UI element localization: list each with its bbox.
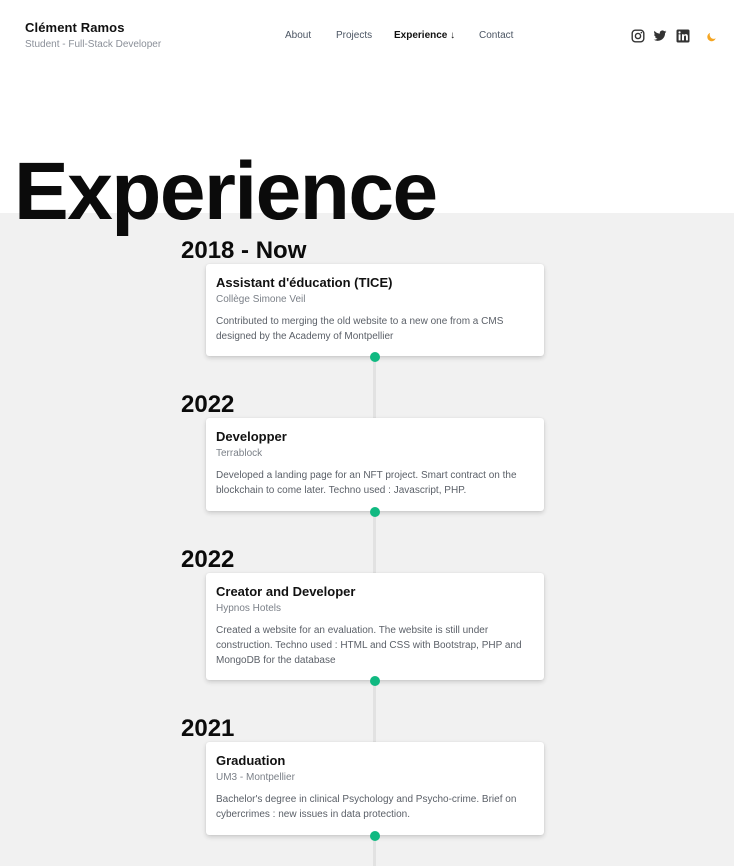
instagram-icon[interactable] <box>631 29 645 43</box>
experience-description: Created a website for an evaluation. The… <box>216 625 522 666</box>
linkedin-icon[interactable] <box>676 29 690 43</box>
page-title: Experience <box>14 146 438 237</box>
experience-title: Developper <box>216 429 287 444</box>
experience-card: Developper Terrablock Developed a landin… <box>206 418 544 511</box>
experience-organization: UM3 - Montpellier <box>216 772 295 783</box>
timeline-year: 2022 <box>181 391 235 418</box>
experience-description: Contributed to merging the old website t… <box>216 316 504 342</box>
moon-icon[interactable] <box>705 29 719 43</box>
experience-title: Graduation <box>216 753 286 768</box>
timeline-dot <box>370 831 380 841</box>
page: Clément Ramos Student - Full-Stack Devel… <box>0 0 734 866</box>
experience-title: Assistant d'éducation (TICE) <box>216 275 393 290</box>
experience-title: Creator and Developer <box>216 584 356 599</box>
experience-organization: Terrablock <box>216 448 263 459</box>
experience-organization: Collège Simone Veil <box>216 294 306 305</box>
timeline-dot <box>370 507 380 517</box>
timeline-dot <box>370 352 380 362</box>
site-header: Clément Ramos Student - Full-Stack Devel… <box>0 0 734 72</box>
timeline-dot <box>370 676 380 686</box>
experience-organization: Hypnos Hotels <box>216 603 282 614</box>
timeline-year: 2022 <box>181 546 235 573</box>
timeline-year: 2021 <box>181 715 235 742</box>
timeline-year: 2018 - Now <box>181 237 307 264</box>
experience-description: Bachelor's degree in clinical Psychology… <box>216 794 517 820</box>
experience-card: Assistant d'éducation (TICE) Collège Sim… <box>206 264 544 356</box>
experience-card: Graduation UM3 - Montpellier Bachelor's … <box>206 742 544 835</box>
social-links <box>0 29 734 45</box>
twitter-icon[interactable] <box>653 29 667 43</box>
experience-description: Developed a landing page for an NFT proj… <box>216 470 517 496</box>
experience-card: Creator and Developer Hypnos Hotels Crea… <box>206 573 544 680</box>
